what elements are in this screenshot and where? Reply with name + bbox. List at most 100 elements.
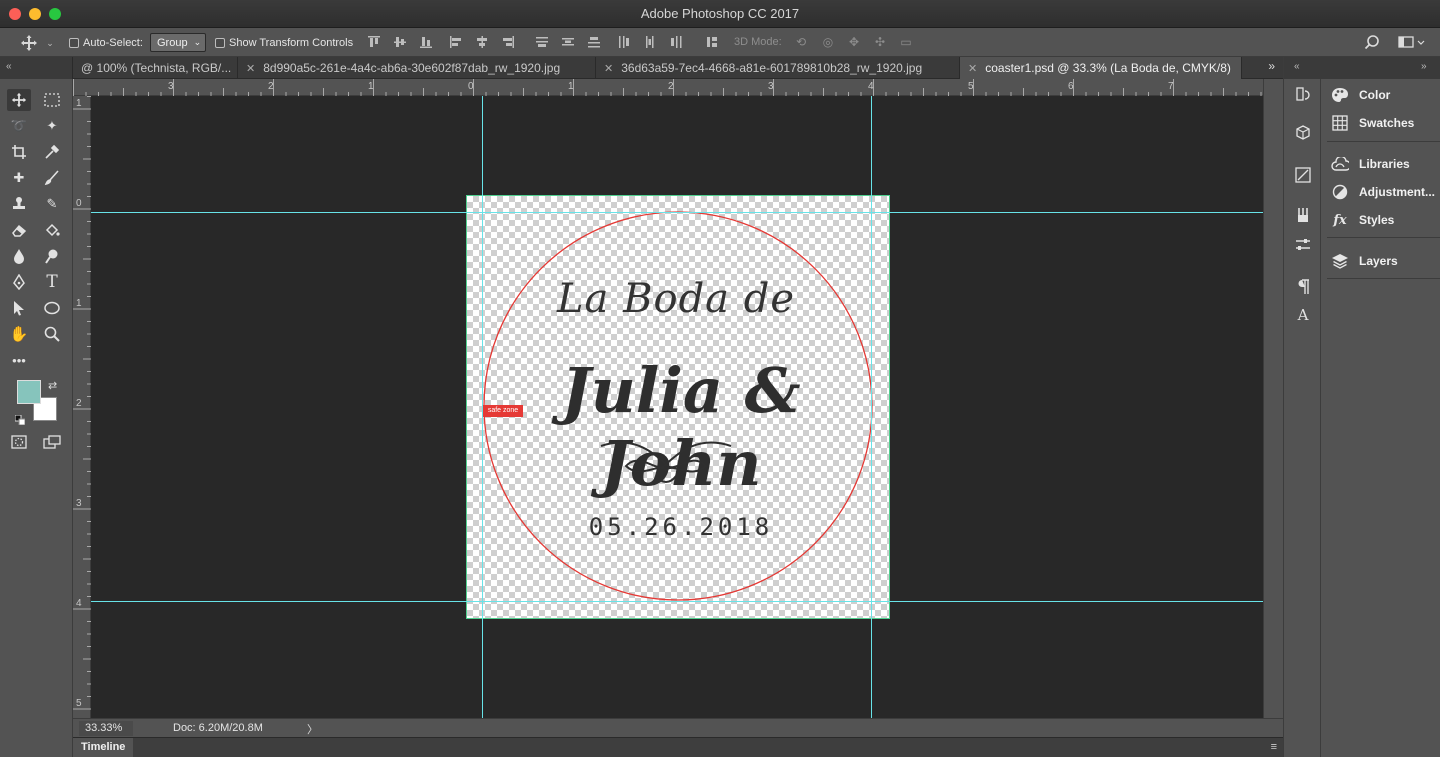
toolbar-collapse-icon[interactable]: « [0,57,73,79]
eraser-tool-icon[interactable] [7,219,31,241]
vertical-ruler[interactable]: 1 0 1 2 3 4 5 [73,96,91,718]
vertical-guide[interactable] [871,96,872,718]
align-bottom-icon[interactable] [419,35,433,49]
show-transform-controls-checkbox[interactable]: Show Transform Controls [215,28,353,57]
distribute-horizontal-center-icon[interactable] [643,35,657,49]
3d-camera-icon[interactable]: ▭ [897,35,915,49]
zoom-tool-icon[interactable] [40,323,64,345]
lasso-tool-icon[interactable]: ➰ [7,115,31,137]
3d-orbit-icon[interactable]: ⟲ [792,35,810,49]
horizontal-guide[interactable] [91,601,1263,602]
panel-label: Styles [1359,213,1395,227]
strip-collapse-icon[interactable]: « [1284,57,1322,79]
magic-wand-tool-icon[interactable]: ✦ [40,115,64,137]
distribute-left-icon[interactable] [617,35,631,49]
eyedropper-tool-icon[interactable] [40,141,64,163]
3d-icon[interactable] [1293,123,1313,143]
search-icon[interactable] [1364,34,1382,52]
align-vertical-center-icon[interactable] [393,35,407,49]
pen-tool-icon[interactable] [7,271,31,293]
paths-icon[interactable] [1293,165,1313,185]
vertical-scrollbar[interactable] [1263,79,1283,718]
distribute-top-icon[interactable] [535,35,549,49]
paragraph-icon[interactable] [1293,277,1313,297]
timeline-tab[interactable]: Timeline [73,738,134,757]
align-right-icon[interactable] [501,35,515,49]
ruler-label: 0 [76,198,82,209]
document-size-info[interactable]: Doc: 6.20M/20.8M [173,722,263,734]
align-top-icon[interactable] [367,35,381,49]
move-tool-icon[interactable] [7,89,31,111]
healing-brush-tool-icon[interactable]: ✚ [7,167,31,189]
text-layer-date[interactable]: 05.26.2018 [561,513,801,541]
panel-color[interactable]: Color [1331,82,1440,108]
tab-close-icon[interactable]: ✕ [604,62,613,75]
distribute-right-icon[interactable] [669,35,683,49]
dock-collapse-icon[interactable]: » [1321,57,1440,79]
align-left-icon[interactable] [449,35,463,49]
foreground-color-swatch[interactable] [17,380,41,404]
history-icon[interactable] [1293,85,1313,105]
align-horizontal-center-icon[interactable] [475,35,489,49]
brushes-icon[interactable] [1293,205,1313,225]
brush-tool-icon[interactable] [40,167,64,189]
screen-mode-icon[interactable] [40,431,64,453]
document-tab-active[interactable]: ✕ coaster1.psd @ 33.3% (La Boda de, CMYK… [960,57,1242,79]
quick-mask-icon[interactable] [7,431,31,453]
swap-colors-icon[interactable]: ⇄ [48,379,57,392]
auto-select-checkbox-box[interactable] [69,37,79,48]
document-tab[interactable]: @ 100% (Technista, RGB/... [73,57,238,79]
panel-swatches[interactable]: Swatches [1331,110,1440,136]
3d-roll-icon[interactable]: ◎ [819,35,837,49]
panel-libraries[interactable]: Libraries [1331,151,1440,177]
color-icon [1331,86,1349,104]
auto-select-checkbox[interactable]: Auto-Select: [69,28,143,57]
transform-checkbox-box[interactable] [215,37,225,48]
3d-slide-icon[interactable]: ✣ [871,35,889,49]
panel-styles[interactable]: fx Styles [1331,207,1440,233]
path-selection-tool-icon[interactable] [7,297,31,319]
clone-stamp-tool-icon[interactable] [7,193,31,215]
3d-mode-label: 3D Mode: [734,36,782,48]
distribute-bottom-icon[interactable] [587,35,601,49]
panel-adjustments[interactable]: Adjustment... [1331,179,1440,205]
tool-preset-chevron-icon[interactable]: ⌄ [43,36,57,50]
tab-overflow-icon[interactable]: » [1268,59,1275,73]
tab-close-icon[interactable]: ✕ [246,62,255,75]
blur-tool-icon[interactable] [7,245,31,267]
horizontal-ruler[interactable]: 3 2 1 0 1 2 3 4 5 6 7 [73,79,1263,96]
auto-align-layers-icon[interactable] [705,35,719,49]
3d-drag-icon[interactable]: ✥ [845,35,863,49]
character-icon[interactable]: A [1293,305,1313,325]
text-layer-la-boda-de[interactable]: La Boda de [516,276,836,322]
move-tool-icon[interactable] [20,34,38,52]
hand-tool-icon[interactable]: ✋ [7,323,31,345]
marquee-tool-icon[interactable] [40,89,64,111]
horizontal-guide[interactable] [91,212,1263,213]
crop-tool-icon[interactable] [7,141,31,163]
distribute-vertical-center-icon[interactable] [561,35,575,49]
workspace-switcher-icon[interactable] [1398,35,1428,49]
canvas-workspace[interactable]: safe zone La Boda de Julia & John 05.26.… [91,96,1263,718]
document-tab[interactable]: ✕ 36d63a59-7ec4-4668-a81e-601789810b28_r… [596,57,960,79]
history-brush-tool-icon[interactable]: ✎ [40,193,64,215]
flourish-ornament[interactable] [596,436,736,486]
more-tools-icon[interactable]: ••• [7,349,31,371]
auto-select-dropdown[interactable]: Group ⌄ [150,33,206,52]
ellipse-tool-icon[interactable] [40,297,64,319]
panel-divider [1327,278,1440,279]
tools-panel: ➰ ✦ ✚ ✎ T ✋ ••• ⇄ [0,79,73,757]
default-colors-icon[interactable] [14,412,26,426]
properties-icon[interactable] [1293,235,1313,255]
type-tool-icon[interactable]: T [40,271,64,293]
dodge-tool-icon[interactable] [40,245,64,267]
ruler-label: 2 [668,81,674,92]
swatches-icon [1331,114,1349,132]
zoom-level-field[interactable]: 33.33% [79,721,133,736]
panel-layers[interactable]: Layers [1331,248,1440,274]
status-menu-arrow-icon[interactable]: 〉 [307,721,318,737]
tab-close-icon[interactable]: ✕ [968,62,977,75]
panel-menu-icon[interactable]: ≡ [1271,741,1277,753]
document-tab[interactable]: ✕ 8d990a5c-261e-4a4c-ab6a-30e602f87dab_r… [238,57,596,79]
paint-bucket-tool-icon[interactable] [40,219,64,241]
